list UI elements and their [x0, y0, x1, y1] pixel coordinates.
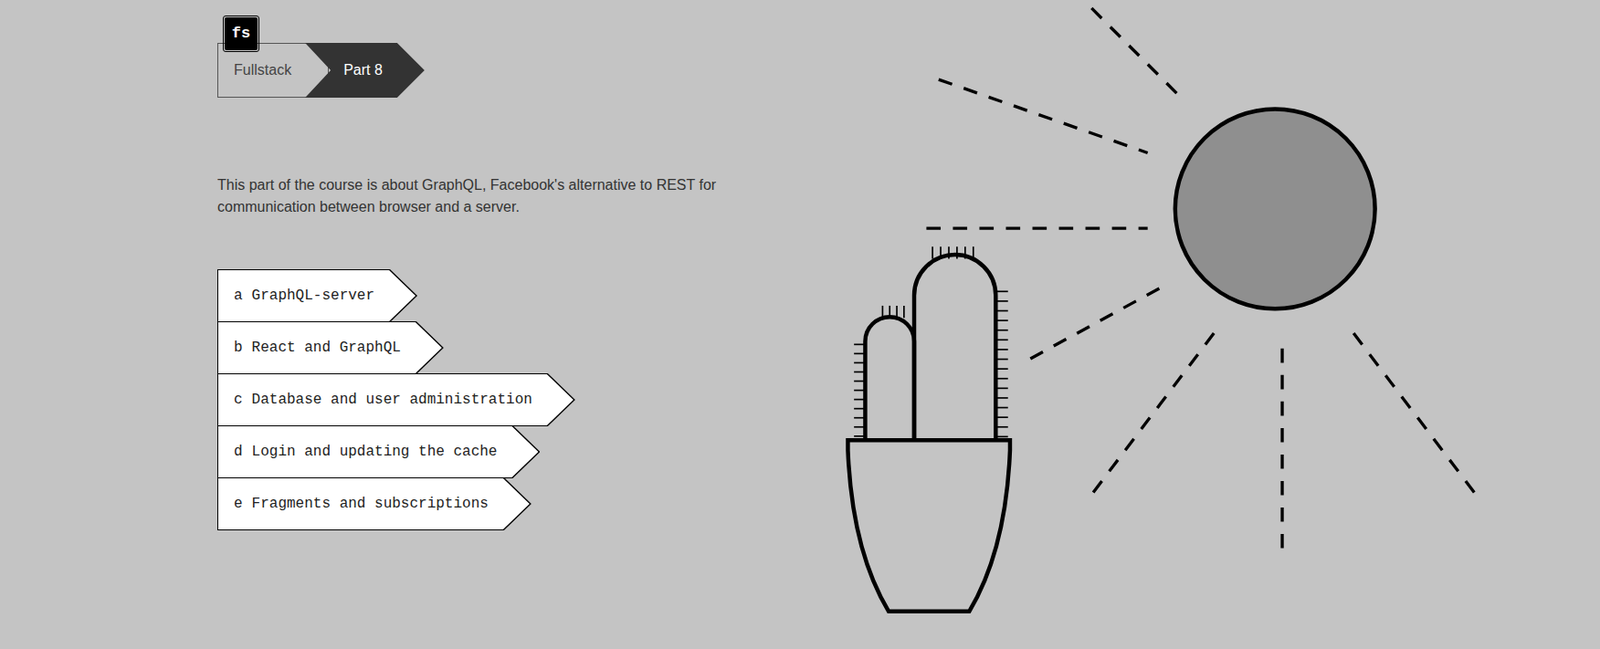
cactus-sun-illustration	[836, 0, 1500, 622]
breadcrumb: FullstackPart 8	[217, 42, 837, 98]
cactus-spines	[853, 246, 1009, 437]
section-label: c Database and user administration	[218, 374, 575, 426]
section-item[interactable]: c Database and user administration	[217, 373, 576, 427]
section-item[interactable]: b React and GraphQL	[217, 321, 444, 375]
section-item[interactable]: e Fragments and subscriptions	[217, 477, 532, 531]
breadcrumb-link[interactable]: Fullstack	[217, 42, 329, 98]
section-item[interactable]: a GraphQL-server	[217, 269, 418, 323]
logo[interactable]: fs	[221, 13, 260, 53]
description: This part of the course is about GraphQL…	[217, 174, 729, 219]
cactus-icon	[847, 254, 1011, 612]
section-letter: d	[233, 441, 243, 464]
section-label: d Login and updating the cache	[218, 426, 539, 478]
section-title: React and GraphQL	[252, 336, 401, 359]
section-letter: e	[233, 493, 243, 516]
section-letter: c	[233, 389, 243, 411]
header: fsFullstackPart 8	[217, 13, 837, 98]
page: fsFullstackPart 8 This part of the course…	[0, 0, 1600, 649]
logo-box: fs	[224, 17, 258, 51]
section-title: GraphQL-server	[252, 284, 375, 307]
section-title: Login and updating the cache	[252, 441, 498, 464]
section-title: Fragments and subscriptions	[252, 493, 489, 516]
breadcrumb-current[interactable]: Part 8	[305, 42, 425, 98]
section-list: a GraphQL-server b React and GraphQL c Databa…	[217, 269, 837, 531]
section-letter: a	[233, 284, 243, 307]
section-label: a GraphQL-server	[218, 270, 417, 322]
section-label: e Fragments and subscriptions	[218, 478, 531, 530]
sun-icon	[1175, 108, 1376, 309]
section-item[interactable]: d Login and updating the cache	[217, 425, 540, 479]
section-label: b React and GraphQL	[218, 322, 443, 374]
section-title: Database and user administration	[252, 389, 533, 411]
section-letter: b	[233, 336, 243, 359]
content: fsFullstackPart 8 This part of the course…	[0, 0, 837, 649]
